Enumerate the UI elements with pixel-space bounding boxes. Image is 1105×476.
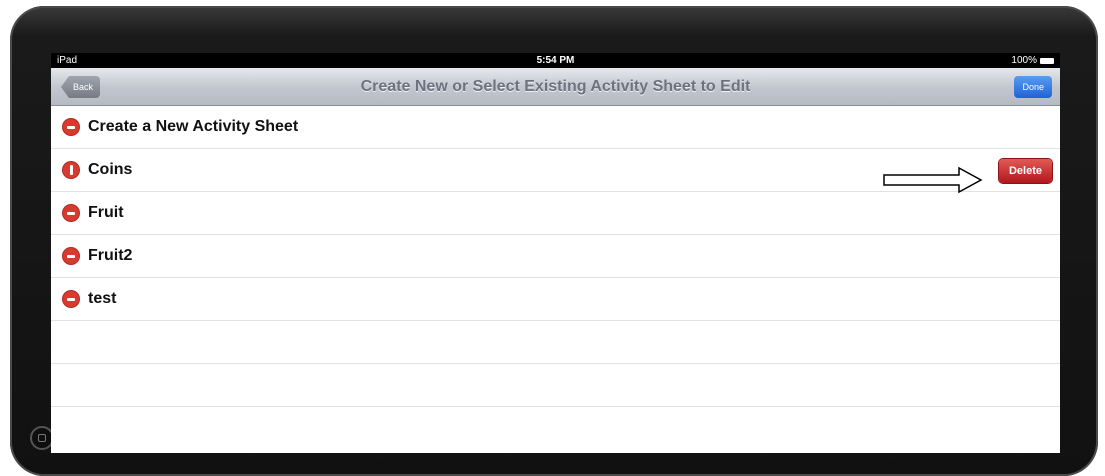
minus-circle-icon[interactable] <box>63 291 79 307</box>
list-item-test[interactable]: test <box>51 278 1060 321</box>
list-item-label: test <box>88 290 117 307</box>
rotated-delete-icon[interactable] <box>63 162 79 178</box>
status-time: 5:54 PM <box>536 55 575 66</box>
battery-indicator: 100% <box>1011 55 1054 66</box>
list-item-label: Create a New Activity Sheet <box>88 118 299 135</box>
minus-circle-icon[interactable] <box>63 205 79 221</box>
page-title: Create New or Select Existing Activity S… <box>360 78 751 95</box>
annotation-arrow-icon <box>883 166 983 194</box>
delete-button[interactable]: Delete <box>998 159 1052 183</box>
list-item-fruit2[interactable]: Fruit2 <box>51 235 1060 278</box>
status-bar: iPad 5:54 PM 100% <box>51 53 1060 68</box>
battery-percent: 100% <box>1011 55 1037 66</box>
minus-circle-icon[interactable] <box>63 248 79 264</box>
activity-sheet-list: Create a New Activity Sheet Coins Delete… <box>51 106 1060 407</box>
list-item-create-new[interactable]: Create a New Activity Sheet <box>51 106 1060 149</box>
empty-row <box>51 321 1060 364</box>
list-item-label: Fruit <box>88 204 124 221</box>
screen: iPad 5:54 PM 100% Back Create New or Sel… <box>51 53 1060 453</box>
navigation-bar: Back Create New or Select Existing Activ… <box>51 68 1060 106</box>
empty-row <box>51 364 1060 407</box>
list-item-label: Coins <box>88 161 133 178</box>
list-item-label: Fruit2 <box>88 247 133 264</box>
done-button[interactable]: Done <box>1014 76 1052 98</box>
battery-icon <box>1040 57 1054 64</box>
minus-circle-icon[interactable] <box>63 119 79 135</box>
list-item-fruit[interactable]: Fruit <box>51 192 1060 235</box>
